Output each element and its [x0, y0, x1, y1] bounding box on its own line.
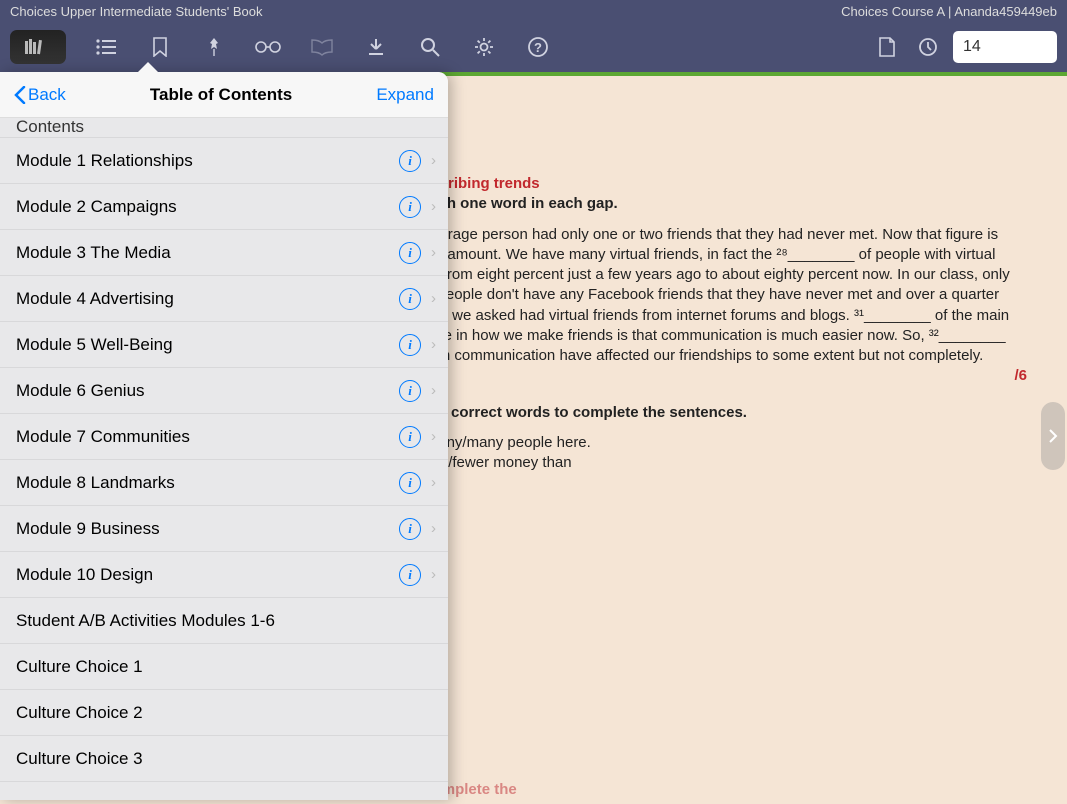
download-button[interactable]	[362, 33, 390, 61]
expand-button[interactable]: Expand	[376, 85, 434, 105]
history-icon	[917, 37, 937, 57]
toc-item-label: Culture Choice 3	[16, 749, 436, 769]
book-title: Choices Upper Intermediate Students' Boo…	[10, 4, 263, 19]
chevron-right-icon	[1048, 429, 1058, 443]
toc-item-label: Culture Choice 2	[16, 703, 436, 723]
page-number-input[interactable]	[953, 31, 1057, 63]
toc-item[interactable]: Student A/B Activities Modules 1-6	[0, 598, 448, 644]
help-button[interactable]: ?	[524, 33, 552, 61]
toc-item-truncated[interactable]: Contents	[0, 118, 448, 138]
bookmark-button[interactable]	[146, 33, 174, 61]
chevron-right-icon: ›	[431, 244, 436, 261]
svg-text:?: ?	[534, 40, 542, 55]
chevron-right-icon: ›	[431, 290, 436, 307]
chevron-right-icon: ›	[431, 336, 436, 353]
info-icon[interactable]: i	[399, 380, 421, 402]
info-icon[interactable]: i	[399, 564, 421, 586]
title-bar: Choices Upper Intermediate Students' Boo…	[0, 0, 1067, 22]
chevron-left-icon	[14, 86, 26, 104]
next-page-button[interactable]	[1041, 402, 1065, 470]
info-icon[interactable]: i	[399, 426, 421, 448]
info-icon[interactable]: i	[399, 150, 421, 172]
book-open-icon	[310, 38, 334, 56]
bookmark-icon	[153, 37, 167, 57]
info-icon[interactable]: i	[399, 518, 421, 540]
chevron-right-icon: ›	[431, 198, 436, 215]
toc-item[interactable]: Module 8 Landmarksi ›	[0, 460, 448, 506]
toc-item-label: Module 4 Advertising	[16, 289, 399, 309]
search-icon	[420, 37, 440, 57]
toc-item-label: Module 1 Relationships	[16, 151, 399, 171]
info-icon[interactable]: i	[399, 288, 421, 310]
toc-list[interactable]: Contents Module 1 Relationshipsi›Module …	[0, 118, 448, 800]
glasses-button[interactable]	[254, 33, 282, 61]
chevron-right-icon: ›	[431, 566, 436, 583]
toc-item-label: Module 8 Landmarks	[16, 473, 399, 493]
note-button[interactable]	[873, 33, 901, 61]
history-button[interactable]	[913, 33, 941, 61]
toc-panel: Back Table of Contents Expand Contents M…	[0, 72, 448, 800]
toc-item[interactable]: Module 7 Communitiesi ›	[0, 414, 448, 460]
library-button[interactable]	[10, 30, 66, 64]
toc-item[interactable]: Module 5 Well-Beingi ›	[0, 322, 448, 368]
popover-arrow	[138, 62, 158, 72]
back-button[interactable]: Back	[14, 85, 66, 105]
toc-item-label: Module 10 Design	[16, 565, 399, 585]
search-button[interactable]	[416, 33, 444, 61]
toc-item-label: Module 2 Campaigns	[16, 197, 399, 217]
pin-icon	[205, 37, 223, 57]
chevron-right-icon: ›	[431, 520, 436, 537]
info-icon[interactable]: i	[399, 334, 421, 356]
toolbar: ?	[0, 22, 1067, 72]
gear-icon	[474, 37, 494, 57]
toc-item-label: Module 5 Well-Being	[16, 335, 399, 355]
pin-button[interactable]	[200, 33, 228, 61]
toc-item-label: Module 7 Communities	[16, 427, 399, 447]
toc-title: Table of Contents	[150, 85, 292, 105]
toc-item-label: Module 9 Business	[16, 519, 399, 539]
chevron-right-icon: ›	[431, 474, 436, 491]
toc-item-label: Student A/B Activities Modules 1-6	[16, 611, 436, 631]
info-icon[interactable]: i	[399, 242, 421, 264]
books-icon	[24, 38, 52, 56]
settings-button[interactable]	[470, 33, 498, 61]
toc-item-label: Module 3 The Media	[16, 243, 399, 263]
toc-item[interactable]: Module 9 Businessi ›	[0, 506, 448, 552]
toc-button[interactable]	[92, 33, 120, 61]
download-icon	[368, 38, 384, 56]
course-title: Choices Course A | Ananda459449eb	[841, 4, 1057, 19]
help-icon: ?	[527, 36, 549, 58]
list-icon	[96, 39, 116, 55]
document-icon	[878, 37, 896, 57]
toc-item[interactable]: Module 2 Campaignsi ›	[0, 184, 448, 230]
chevron-right-icon: ›	[431, 152, 436, 169]
toc-item-label: Culture Choice 1	[16, 657, 436, 677]
toc-item[interactable]: Module 4 Advertisingi ›	[0, 276, 448, 322]
toc-item[interactable]: Module 6 Geniusi ›	[0, 368, 448, 414]
info-icon[interactable]: i	[399, 472, 421, 494]
toc-item[interactable]: Module 10 Designi ›	[0, 552, 448, 598]
info-icon[interactable]: i	[399, 196, 421, 218]
chevron-right-icon: ›	[431, 382, 436, 399]
toc-header: Back Table of Contents Expand	[0, 72, 448, 118]
glasses-icon	[254, 40, 282, 54]
toc-item-label: Module 6 Genius	[16, 381, 399, 401]
toc-item[interactable]: Module 1 Relationshipsi ›	[0, 138, 448, 184]
toc-item[interactable]: Module 3 The Mediai ›	[0, 230, 448, 276]
toc-item[interactable]: Culture Choice 3	[0, 736, 448, 782]
toc-item[interactable]: Culture Choice 1	[0, 644, 448, 690]
toc-item[interactable]: Culture Choice 2	[0, 690, 448, 736]
chevron-right-icon: ›	[431, 428, 436, 445]
spread-button[interactable]	[308, 33, 336, 61]
